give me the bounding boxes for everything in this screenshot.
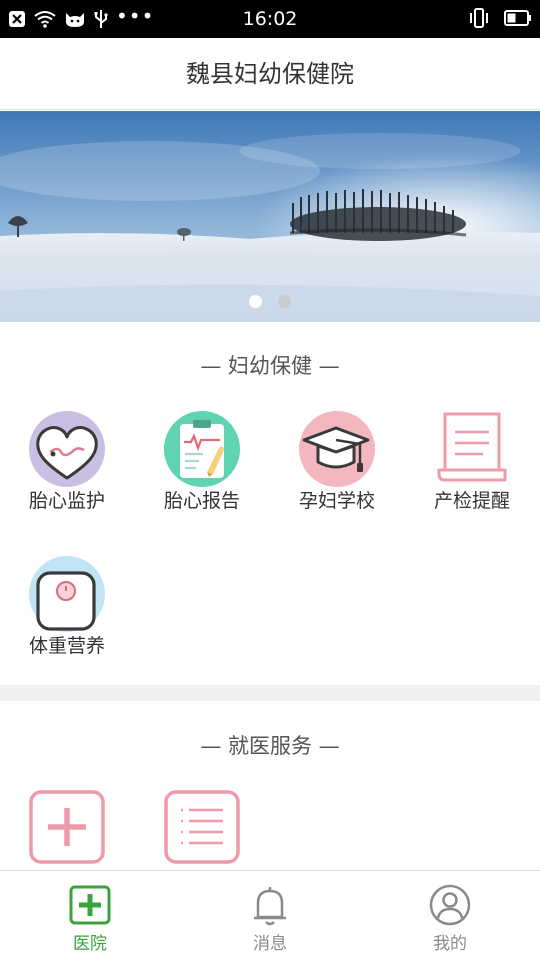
vibrate-icon bbox=[470, 8, 488, 28]
tab-hospital-label: 医院 bbox=[73, 934, 107, 954]
maternal-care-section-title: — 妇幼保健 — bbox=[200, 354, 340, 378]
carousel-indicator bbox=[0, 295, 540, 308]
page-title: 魏县妇幼保健院 bbox=[186, 60, 354, 88]
app-header: 魏县妇幼保健院 bbox=[0, 38, 540, 110]
tab-profile[interactable]: 我的 bbox=[360, 871, 540, 960]
weight-nutrition-item[interactable]: 体重营养 bbox=[2, 555, 132, 665]
list-icon bbox=[164, 790, 240, 864]
prenatal-reminder-icon bbox=[437, 412, 507, 482]
snow-landscape-image bbox=[0, 111, 540, 322]
bell-icon bbox=[254, 887, 286, 926]
bottom-tab-bar: 医院 消息 我的 bbox=[0, 870, 540, 960]
pregnancy-school-icon bbox=[299, 411, 375, 487]
banner-carousel[interactable] bbox=[0, 111, 540, 322]
pregnancy-school-label: 孕妇学校 bbox=[298, 490, 375, 512]
fetal-heart-report-item[interactable]: 胎心报告 bbox=[137, 410, 267, 520]
fetal-heart-monitor-item[interactable]: 胎心监护 bbox=[2, 410, 132, 520]
carousel-dot-1[interactable] bbox=[249, 295, 262, 308]
pregnancy-school-item[interactable]: 孕妇学校 bbox=[272, 410, 402, 520]
section-divider bbox=[0, 685, 540, 701]
hospital-icon bbox=[69, 885, 111, 925]
tab-hospital[interactable]: 医院 bbox=[0, 871, 180, 960]
medical-services-section-title: — 就医服务 — bbox=[200, 734, 340, 758]
plus-icon bbox=[29, 790, 105, 864]
user-icon bbox=[429, 884, 471, 926]
carousel-dot-2[interactable] bbox=[278, 295, 291, 308]
fetal-heart-report-label: 胎心报告 bbox=[163, 490, 240, 512]
status-bar: ••• 16:02 bbox=[0, 0, 540, 38]
clock: 16:02 bbox=[242, 8, 298, 30]
tab-profile-label: 我的 bbox=[433, 934, 467, 954]
tab-messages[interactable]: 消息 bbox=[180, 871, 360, 960]
fetal-heart-report-icon bbox=[164, 411, 240, 487]
prenatal-reminder-item[interactable]: 产检提醒 bbox=[407, 410, 537, 520]
weight-scale-icon bbox=[29, 556, 105, 632]
fetal-heart-monitor-label: 胎心监护 bbox=[28, 490, 105, 512]
prenatal-reminder-label: 产检提醒 bbox=[433, 490, 510, 512]
battery-icon bbox=[504, 10, 531, 26]
fetal-heart-monitor-icon bbox=[29, 411, 105, 487]
weight-nutrition-label: 体重营养 bbox=[28, 635, 105, 657]
tab-messages-label: 消息 bbox=[253, 934, 287, 954]
